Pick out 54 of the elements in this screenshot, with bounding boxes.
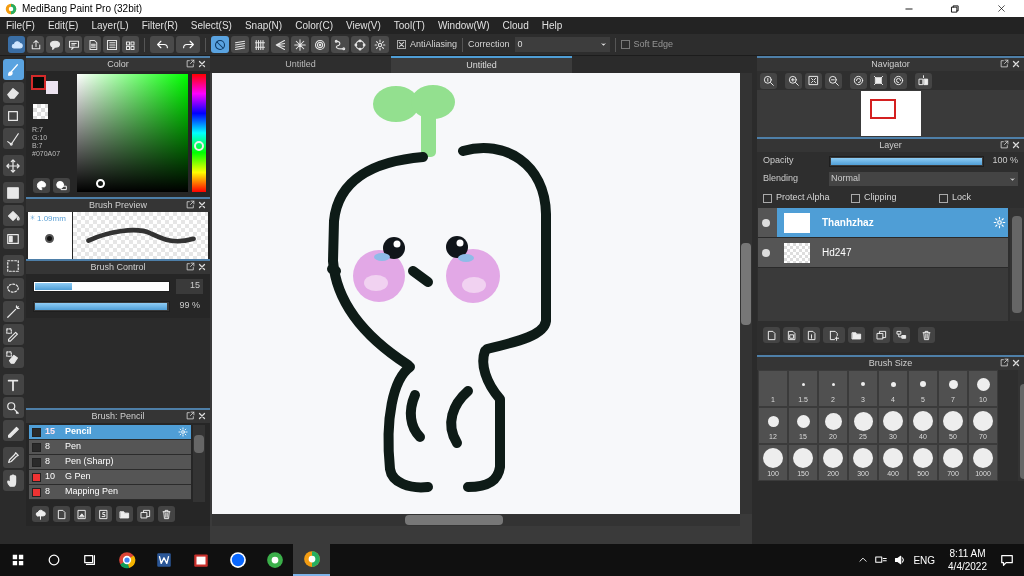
opacity-value: 99 % — [178, 299, 201, 313]
panel-title: Brush Control — [90, 263, 146, 272]
menu-item[interactable]: Window(W) — [437, 18, 490, 33]
brush-list-item[interactable]: 10 G Pen — [29, 470, 191, 485]
brush-name: Mapping Pen — [65, 485, 119, 499]
brush-name: Pen (Sharp) — [65, 455, 114, 469]
panel-title: Brush Size — [868, 359, 913, 368]
checkbox-label: Lock — [952, 191, 971, 205]
brush-list-item[interactable]: 8 Pen — [29, 440, 191, 455]
menu-item[interactable]: File(F) — [6, 18, 35, 33]
layer-row[interactable]: Hd247 — [758, 238, 1008, 268]
checkbox-label: Clipping — [864, 191, 897, 205]
size-value[interactable]: 15 — [176, 278, 203, 294]
checkbox-label: AntiAliasing — [410, 37, 458, 51]
layer-name: Hd247 — [822, 246, 852, 260]
brush-size: 8 — [44, 455, 51, 469]
correction-dropdown[interactable]: 0 — [514, 37, 610, 52]
language-indicator[interactable]: ENG — [913, 552, 936, 568]
checkbox-label: Soft Edge — [633, 37, 674, 51]
panel-title: Color — [107, 60, 129, 69]
brush-size: 15 — [44, 425, 56, 439]
menu-item[interactable]: Snap(N) — [244, 18, 283, 33]
brush-list-item[interactable]: 8 Pen (Sharp) — [29, 455, 191, 470]
brush-size: 8 — [44, 485, 51, 499]
menu-item[interactable]: View(V) — [345, 18, 381, 33]
menu-item[interactable]: Filter(R) — [141, 18, 178, 33]
brush-name: Pen — [65, 440, 81, 454]
menu-item[interactable]: Select(S) — [190, 18, 232, 33]
menu-item[interactable]: Help — [541, 18, 563, 33]
document-tab[interactable]: Untitled — [391, 56, 572, 73]
brush-list-item[interactable]: 8 Mapping Pen — [29, 485, 191, 500]
blending-label: Blending — [763, 172, 800, 186]
menu-item[interactable]: Layer(L) — [91, 18, 129, 33]
layer-name: Thanhzhaz — [822, 216, 874, 230]
menu-item[interactable]: Edit(E) — [47, 18, 79, 33]
menu-item[interactable]: Tool(T) — [393, 18, 425, 33]
opacity-value: 100 % — [992, 154, 1018, 168]
panel-title: Brush: Pencil — [91, 412, 145, 421]
panel-title: Brush Preview — [89, 201, 147, 210]
menu-item[interactable]: Cloud — [502, 18, 529, 33]
opacity-label: Opacity — [763, 154, 795, 168]
brush-name: Pencil — [65, 425, 92, 439]
clock[interactable]: 8:11 AM 4/4/2022 — [942, 547, 993, 573]
brush-size-label: 1.09mm — [37, 213, 66, 225]
correction-label: Correction — [468, 37, 510, 51]
menu-item[interactable]: Color(C) — [295, 18, 333, 33]
panel-title: Layer — [879, 141, 902, 150]
brush-size: 8 — [44, 440, 51, 454]
blending-dropdown[interactable]: Normal — [829, 172, 1018, 186]
checkbox-label: Protect Alpha — [776, 191, 830, 205]
window-title: MediBang Paint Pro (32bit) — [22, 2, 143, 16]
brush-name: G Pen — [65, 470, 91, 484]
panel-title: Navigator — [871, 60, 910, 69]
brush-size: 10 — [44, 470, 56, 484]
